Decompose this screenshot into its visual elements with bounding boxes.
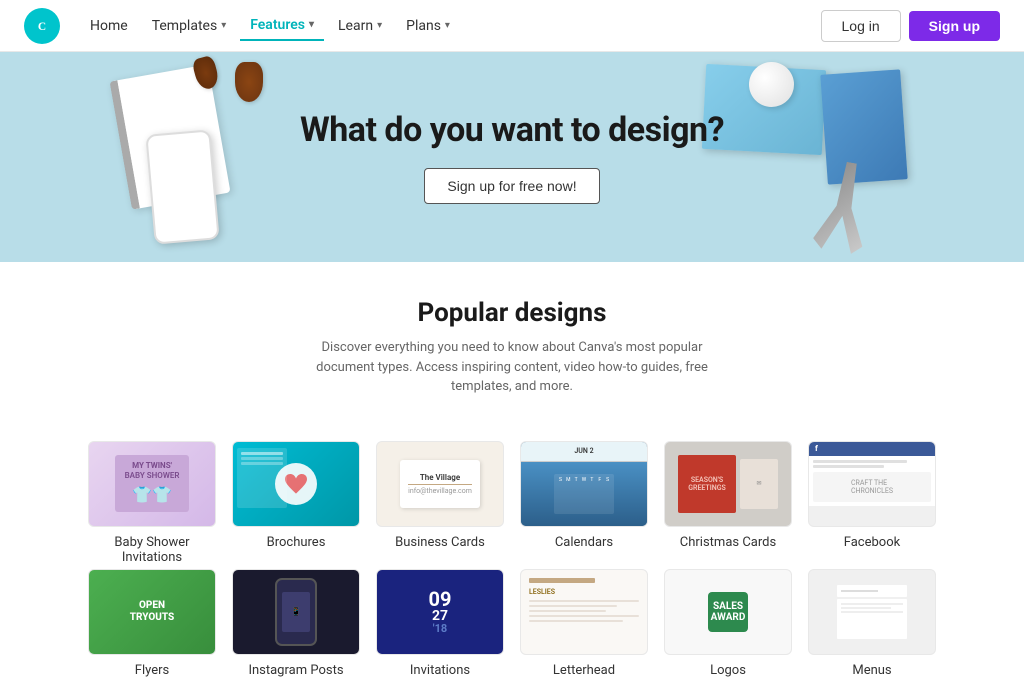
design-grid-row1: MY TWINS' BABY SHOWER 👕👕 Baby Shower Inv… — [0, 441, 1024, 565]
navbar: C Home Templates ▾ Features ▾ Learn ▾ Pl… — [0, 0, 1024, 52]
design-thumb-instagram: 📱 — [232, 569, 360, 655]
signup-button[interactable]: Sign up — [909, 11, 1000, 41]
hero-title: What do you want to design? — [300, 110, 724, 150]
design-thumb-facebook: f CRAFT THECHRONICLES — [808, 441, 936, 527]
nav-templates[interactable]: Templates ▾ — [142, 12, 237, 40]
design-item-logos[interactable]: SALESAWARD Logos — [664, 569, 792, 678]
login-button[interactable]: Log in — [821, 10, 901, 42]
design-item-flyers[interactable]: OPENTRYOUTS Flyers — [88, 569, 216, 678]
popular-title: Popular designs — [24, 298, 1000, 328]
chevron-down-icon: ▾ — [377, 20, 382, 31]
popular-designs-section: Popular designs Discover everything you … — [0, 262, 1024, 441]
design-label-instagram: Instagram Posts — [248, 663, 343, 678]
design-item-invitations[interactable]: 09 27 '18 Invitations — [376, 569, 504, 678]
design-item-brochures[interactable]: Brochures — [232, 441, 360, 565]
design-label-brochures: Brochures — [267, 535, 326, 550]
sphere-decoration — [749, 62, 794, 107]
design-thumb-letterhead: LESLIES — [520, 569, 648, 655]
svg-text:C: C — [38, 20, 46, 32]
nav-learn[interactable]: Learn ▾ — [328, 12, 392, 40]
design-item-facebook[interactable]: f CRAFT THECHRONICLES Facebook — [808, 441, 936, 565]
design-item-menus[interactable]: Menus — [808, 569, 936, 678]
design-label-christmas-cards: Christmas Cards — [680, 535, 776, 550]
chevron-down-icon: ▾ — [309, 19, 314, 30]
design-label-baby-shower: Baby Shower Invitations — [88, 535, 216, 565]
design-label-menus: Menus — [852, 663, 891, 678]
design-item-christmas-cards[interactable]: SEASON'S GREETINGS ✉ Christmas Cards — [664, 441, 792, 565]
design-item-business-cards[interactable]: The Village info@thevillage.com Business… — [376, 441, 504, 565]
design-thumb-brochures — [232, 441, 360, 527]
design-thumb-logos: SALESAWARD — [664, 569, 792, 655]
nav-home[interactable]: Home — [80, 12, 138, 40]
phone-decoration — [145, 129, 219, 244]
design-label-letterhead: Letterhead — [553, 663, 615, 678]
design-item-calendars[interactable]: JUN 2 S M T W T F S Calendars — [520, 441, 648, 565]
design-label-facebook: Facebook — [844, 535, 900, 550]
nav-links: Home Templates ▾ Features ▾ Learn ▾ Plan… — [80, 11, 821, 41]
nav-features[interactable]: Features ▾ — [240, 11, 324, 41]
design-thumb-baby-shower: MY TWINS' BABY SHOWER 👕👕 — [88, 441, 216, 527]
nav-buttons: Log in Sign up — [821, 10, 1000, 42]
canva-logo[interactable]: C — [24, 8, 60, 44]
popular-description: Discover everything you need to know abo… — [302, 338, 722, 397]
hero-cta-button[interactable]: Sign up for free now! — [424, 168, 599, 204]
design-item-letterhead[interactable]: LESLIES Letterhead — [520, 569, 648, 678]
hero-content: What do you want to design? Sign up for … — [300, 110, 724, 204]
scissors-decoration — [812, 158, 877, 255]
design-label-flyers: Flyers — [135, 663, 169, 678]
book-decoration — [820, 69, 907, 184]
design-thumb-christmas-cards: SEASON'S GREETINGS ✉ — [664, 441, 792, 527]
design-item-instagram[interactable]: 📱 Instagram Posts — [232, 569, 360, 678]
design-thumb-invitations: 09 27 '18 — [376, 569, 504, 655]
nav-plans[interactable]: Plans ▾ — [396, 12, 460, 40]
design-thumb-calendars: JUN 2 S M T W T F S — [520, 441, 648, 527]
pinecone2-decoration — [191, 55, 221, 92]
design-label-business-cards: Business Cards — [395, 535, 485, 550]
design-thumb-business-cards: The Village info@thevillage.com — [376, 441, 504, 527]
chevron-down-icon: ▾ — [221, 20, 226, 31]
design-thumb-flyers: OPENTRYOUTS — [88, 569, 216, 655]
design-item-baby-shower[interactable]: MY TWINS' BABY SHOWER 👕👕 Baby Shower Inv… — [88, 441, 216, 565]
design-label-invitations: Invitations — [410, 663, 470, 678]
design-thumb-menus — [808, 569, 936, 655]
design-label-calendars: Calendars — [555, 535, 613, 550]
pinecone-decoration — [235, 62, 263, 102]
notebook-decoration — [109, 64, 230, 209]
chevron-down-icon: ▾ — [445, 20, 450, 31]
design-label-logos: Logos — [710, 663, 746, 678]
hero-section: What do you want to design? Sign up for … — [0, 52, 1024, 262]
design-grid-row2: OPENTRYOUTS Flyers 📱 Instagram Posts 09 … — [0, 565, 1024, 678]
